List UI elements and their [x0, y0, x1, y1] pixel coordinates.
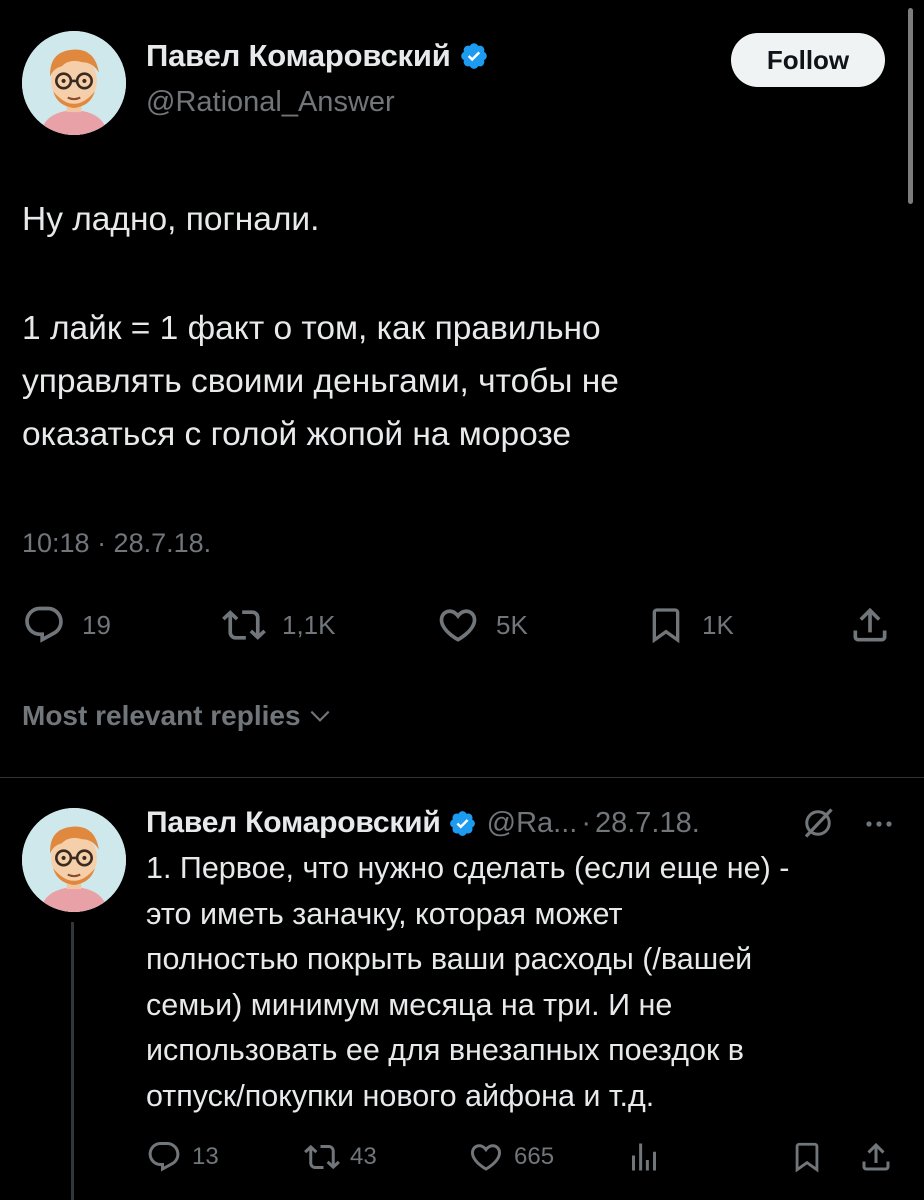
share-icon: [853, 607, 887, 642]
reply-views-button[interactable]: [626, 1137, 662, 1177]
reply-icon: [25, 606, 63, 643]
heart-icon: [470, 1144, 502, 1171]
cartoon-avatar-icon: [22, 808, 126, 912]
tweet-text-line: управлять своими деньгами, чтобы не: [22, 363, 619, 400]
reply-like-count: 665: [514, 1143, 555, 1170]
author-name-text: Павел Комаровский: [146, 38, 451, 73]
share-icon: [862, 1142, 890, 1171]
reply-text-line: семьи) минимум месяца на три. И не: [146, 988, 673, 1022]
tweet-text-line: оказаться с голой жопой на морозе: [22, 416, 571, 453]
replies-sort-toggle[interactable]: Most relevant replies: [22, 700, 333, 732]
reply-reply-button[interactable]: 13: [146, 1137, 219, 1177]
reply-header: Павел Комаровский @Ra... · 28.7.18.: [146, 802, 700, 844]
reply-button[interactable]: 19: [22, 598, 111, 652]
reply-icon: [148, 1142, 180, 1172]
replies-sort-label: Most relevant replies: [22, 700, 301, 731]
reply-bookmark-button[interactable]: [790, 1137, 824, 1177]
repost-icon: [222, 610, 266, 640]
reply-reply-count: 13: [192, 1143, 219, 1170]
bookmark-icon: [795, 1142, 819, 1173]
reply-author-name[interactable]: Павел Комаровский: [146, 806, 441, 840]
reply-text-line: полностью покрыть ваши расходы (/вашей: [146, 942, 753, 976]
tweet-text-line: Ну ладно, погнали.: [22, 201, 320, 238]
like-button[interactable]: 5K: [436, 598, 528, 652]
like-count: 5K: [496, 609, 528, 640]
author-avatar[interactable]: [22, 31, 126, 135]
reply-text-line: использовать ее для внезапных поездок в: [146, 1033, 745, 1067]
reply-like-button[interactable]: 665: [468, 1137, 554, 1177]
reply-text-line: это иметь заначку, которая может: [146, 897, 623, 931]
repost-icon: [304, 1144, 340, 1170]
reply-repost-count: 43: [350, 1143, 377, 1170]
more-options-icon[interactable]: [862, 811, 896, 837]
heart-icon: [439, 609, 477, 642]
divider: [0, 777, 924, 778]
chevron-down-icon: [310, 710, 329, 722]
thread-line: [71, 922, 74, 1200]
reply-text-line: 1. Первое, что нужно сделать (если еще н…: [146, 851, 790, 885]
follow-button[interactable]: Follow: [731, 33, 885, 87]
reply-count: 19: [82, 609, 111, 640]
analytics-icon: [632, 1143, 656, 1171]
tweet-text-line: 1 лайк = 1 факт о том, как правильно: [22, 310, 601, 347]
bookmark-icon: [652, 608, 680, 644]
verified-badge-icon: [460, 43, 487, 69]
reply-text-line: отпуск/покупки нового айфона и т.д.: [146, 1079, 655, 1113]
verified-badge-icon: [449, 810, 475, 836]
bookmark-count: 1K: [702, 609, 734, 640]
reply-repost-button[interactable]: 43: [304, 1137, 377, 1177]
author-display-name[interactable]: Павел Комаровский: [146, 38, 489, 74]
share-button[interactable]: [848, 598, 892, 652]
reply-author-handle[interactable]: @Ra...: [487, 807, 578, 840]
reply-date[interactable]: 28.7.18.: [595, 807, 700, 840]
reply-share-button[interactable]: [858, 1137, 894, 1177]
cartoon-avatar-icon: [22, 31, 126, 135]
bookmark-button[interactable]: 1K: [646, 598, 734, 652]
reply-author-avatar[interactable]: [22, 808, 126, 912]
separator-dot: ·: [581, 806, 591, 839]
repost-button[interactable]: 1,1K: [222, 598, 336, 652]
repost-count: 1,1K: [282, 609, 336, 640]
scrollbar[interactable]: [908, 8, 913, 204]
author-handle[interactable]: @Rational_Answer: [146, 86, 395, 119]
grok-icon[interactable]: [800, 805, 836, 841]
tweet-timestamp[interactable]: 10:18 · 28.7.18.: [22, 528, 211, 559]
